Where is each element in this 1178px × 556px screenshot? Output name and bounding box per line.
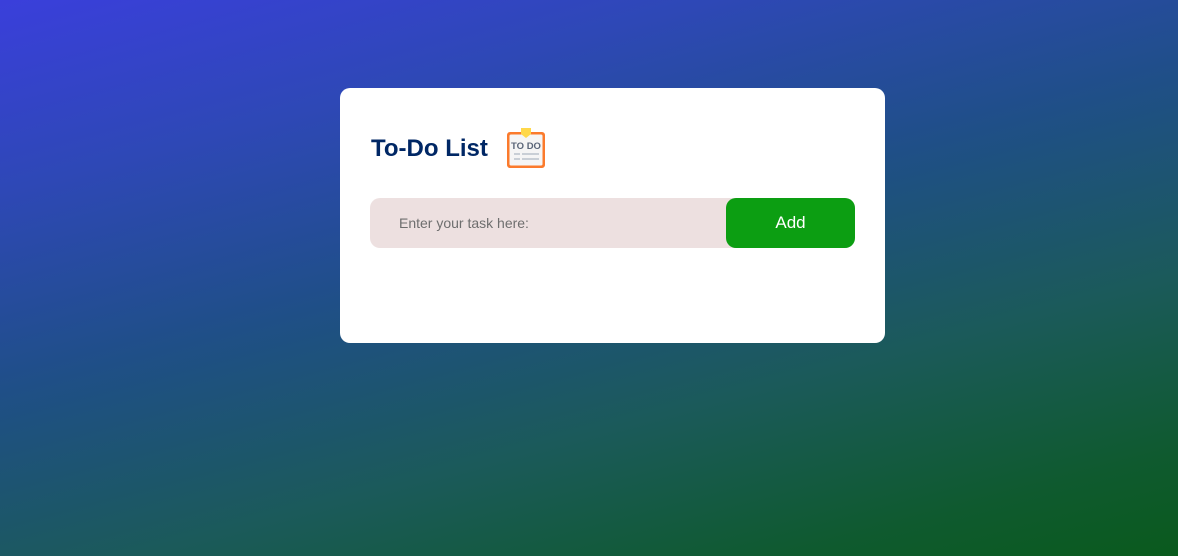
header: To-Do List TO DO bbox=[371, 128, 547, 170]
todo-clipboard-icon: TO DO bbox=[506, 128, 545, 168]
add-button[interactable]: Add bbox=[726, 198, 855, 248]
task-input[interactable] bbox=[370, 198, 726, 248]
todo-card: To-Do List TO DO Add bbox=[340, 88, 885, 343]
task-input-row: Add bbox=[370, 198, 855, 248]
page-title: To-Do List bbox=[371, 135, 488, 162]
todo-icon-label: TO DO bbox=[511, 141, 541, 152]
